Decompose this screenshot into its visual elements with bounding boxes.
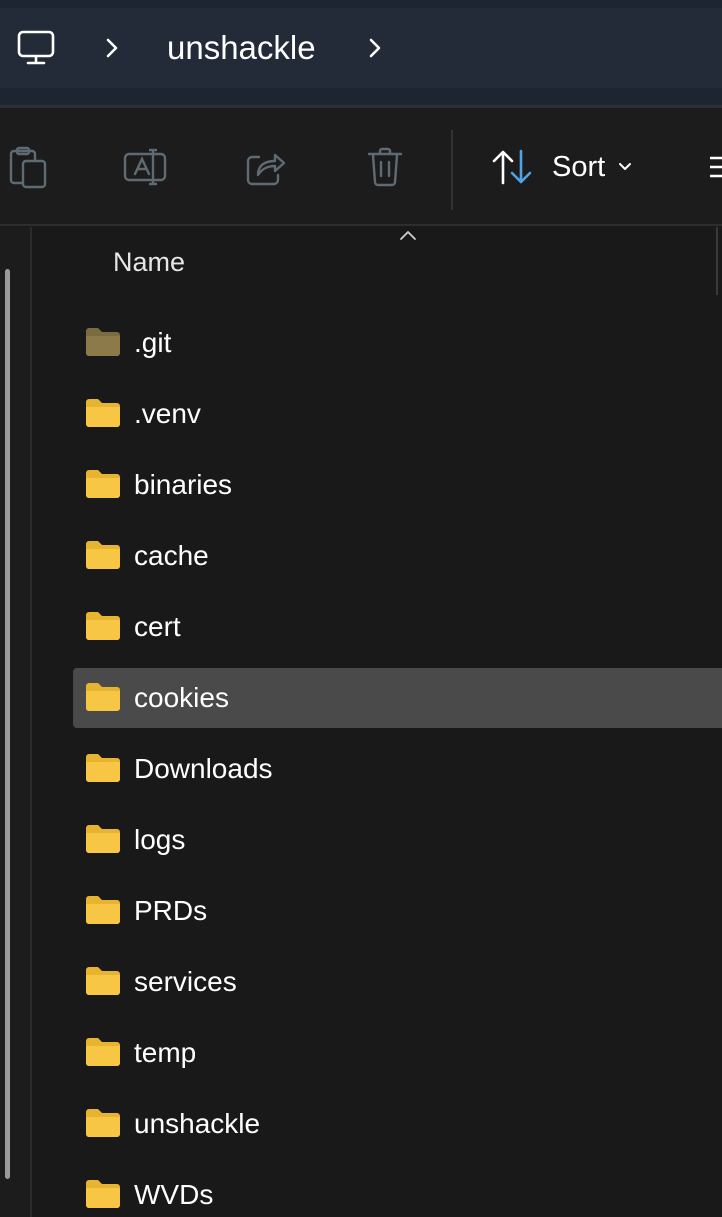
file-row[interactable]: cert: [73, 597, 722, 657]
file-row[interactable]: WVDs: [73, 1165, 722, 1217]
file-name: cookies: [134, 682, 229, 713]
rename-button[interactable]: [122, 144, 168, 190]
folder-icon: [85, 1037, 121, 1067]
file-name: logs: [134, 824, 186, 855]
rename-icon: [123, 148, 167, 186]
sort-button[interactable]: Sort: [490, 144, 633, 190]
delete-icon: [367, 147, 403, 187]
command-bar: Sort: [0, 108, 722, 226]
scrollbar-thumb[interactable]: [5, 269, 10, 1179]
folder-icon: [85, 824, 121, 854]
folder-icon: [85, 966, 121, 996]
file-row[interactable]: cache: [73, 526, 722, 586]
folder-icon: [85, 682, 121, 712]
file-name: Downloads: [134, 753, 273, 784]
sort-ascending-icon: [400, 231, 416, 240]
folder-icon: [85, 540, 121, 570]
file-explorer-window: unshackle Sort Name .git .venv binaries …: [0, 0, 722, 1217]
navigation-pane: [0, 227, 32, 1217]
share-button[interactable]: [243, 144, 289, 190]
file-name: unshackle: [134, 1108, 261, 1139]
column-divider[interactable]: [716, 227, 718, 295]
file-name: cert: [134, 611, 181, 642]
file-row[interactable]: PRDs: [73, 881, 722, 941]
folder-icon: [85, 753, 121, 783]
file-name: temp: [134, 1037, 197, 1068]
delete-button[interactable]: [362, 144, 408, 190]
file-name: PRDs: [134, 895, 208, 926]
file-row[interactable]: Downloads: [73, 739, 722, 799]
file-row[interactable]: binaries: [73, 455, 722, 515]
folder-icon: [85, 398, 121, 428]
file-row[interactable]: services: [73, 952, 722, 1012]
this-pc-icon[interactable]: [16, 0, 56, 96]
share-icon: [246, 153, 286, 186]
file-row[interactable]: .venv: [73, 384, 722, 444]
sort-label: Sort: [552, 150, 606, 183]
file-name: .git: [134, 327, 172, 358]
file-name: cache: [134, 540, 209, 571]
file-row[interactable]: cookies: [73, 668, 722, 728]
file-name: binaries: [134, 469, 233, 500]
file-row[interactable]: temp: [73, 1023, 722, 1083]
folder-icon: [85, 1179, 121, 1209]
file-name: services: [134, 966, 237, 997]
file-row[interactable]: logs: [73, 810, 722, 870]
chevron-right-icon[interactable]: [102, 0, 122, 96]
folder-icon: [85, 895, 121, 925]
file-name: WVDs: [134, 1179, 214, 1210]
file-list-pane: Name .git .venv binaries cache cert cookies Do…: [0, 227, 722, 1217]
folder-icon: [85, 469, 121, 499]
breadcrumb-current-folder[interactable]: unshackle: [167, 0, 316, 96]
paste-icon: [9, 146, 47, 189]
sort-icon: [492, 149, 532, 185]
more-options-icon: [710, 156, 722, 178]
file-name: .venv: [134, 398, 201, 429]
chevron-down-icon: [619, 163, 632, 170]
folder-icon: [85, 327, 121, 357]
file-row[interactable]: .git: [73, 313, 722, 373]
chevron-right-icon[interactable]: [365, 0, 385, 96]
more-options-button[interactable]: [708, 148, 722, 188]
command-bar-divider: [451, 130, 453, 210]
address-bar: unshackle: [0, 0, 722, 108]
paste-button[interactable]: [4, 144, 50, 190]
folder-icon: [85, 1108, 121, 1138]
folder-icon: [85, 611, 121, 641]
column-header-name[interactable]: Name: [113, 247, 185, 278]
file-row[interactable]: unshackle: [73, 1094, 722, 1154]
